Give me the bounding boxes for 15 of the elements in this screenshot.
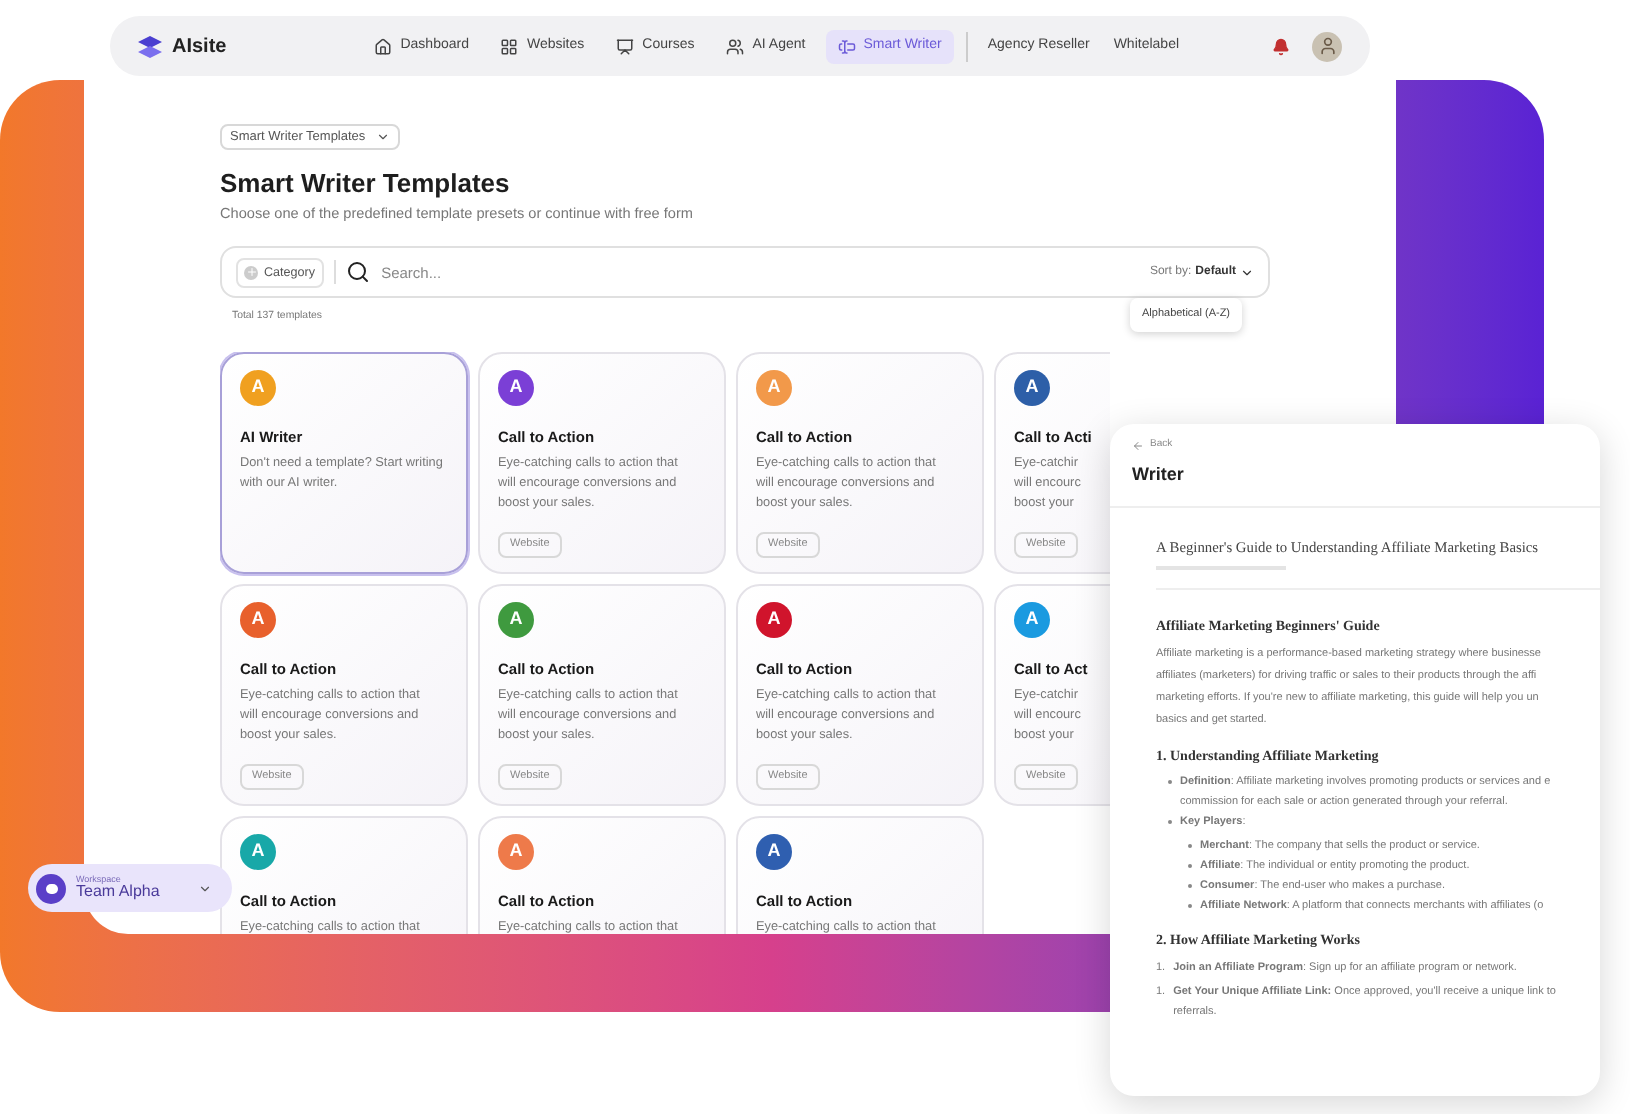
letter-avatar: A [498,602,534,639]
page-title: Smart Writer Templates [220,166,512,202]
logo-text: AIsite [172,33,227,61]
letter-avatar: A [756,834,792,871]
panel-title: Writer [1132,461,1186,487]
letter-avatar: A [498,834,534,871]
letter-avatar: A [1014,370,1050,407]
letter-avatar: A [240,602,276,639]
letter-avatar: A [498,370,534,407]
letter-avatar: A [1014,602,1050,639]
letter-avatar: A [240,370,276,407]
letter-avatar: A [240,834,276,871]
letter-avatar: A [756,370,792,407]
workspace-name: Team Alpha [76,884,160,901]
letter-avatar: A [756,602,792,639]
